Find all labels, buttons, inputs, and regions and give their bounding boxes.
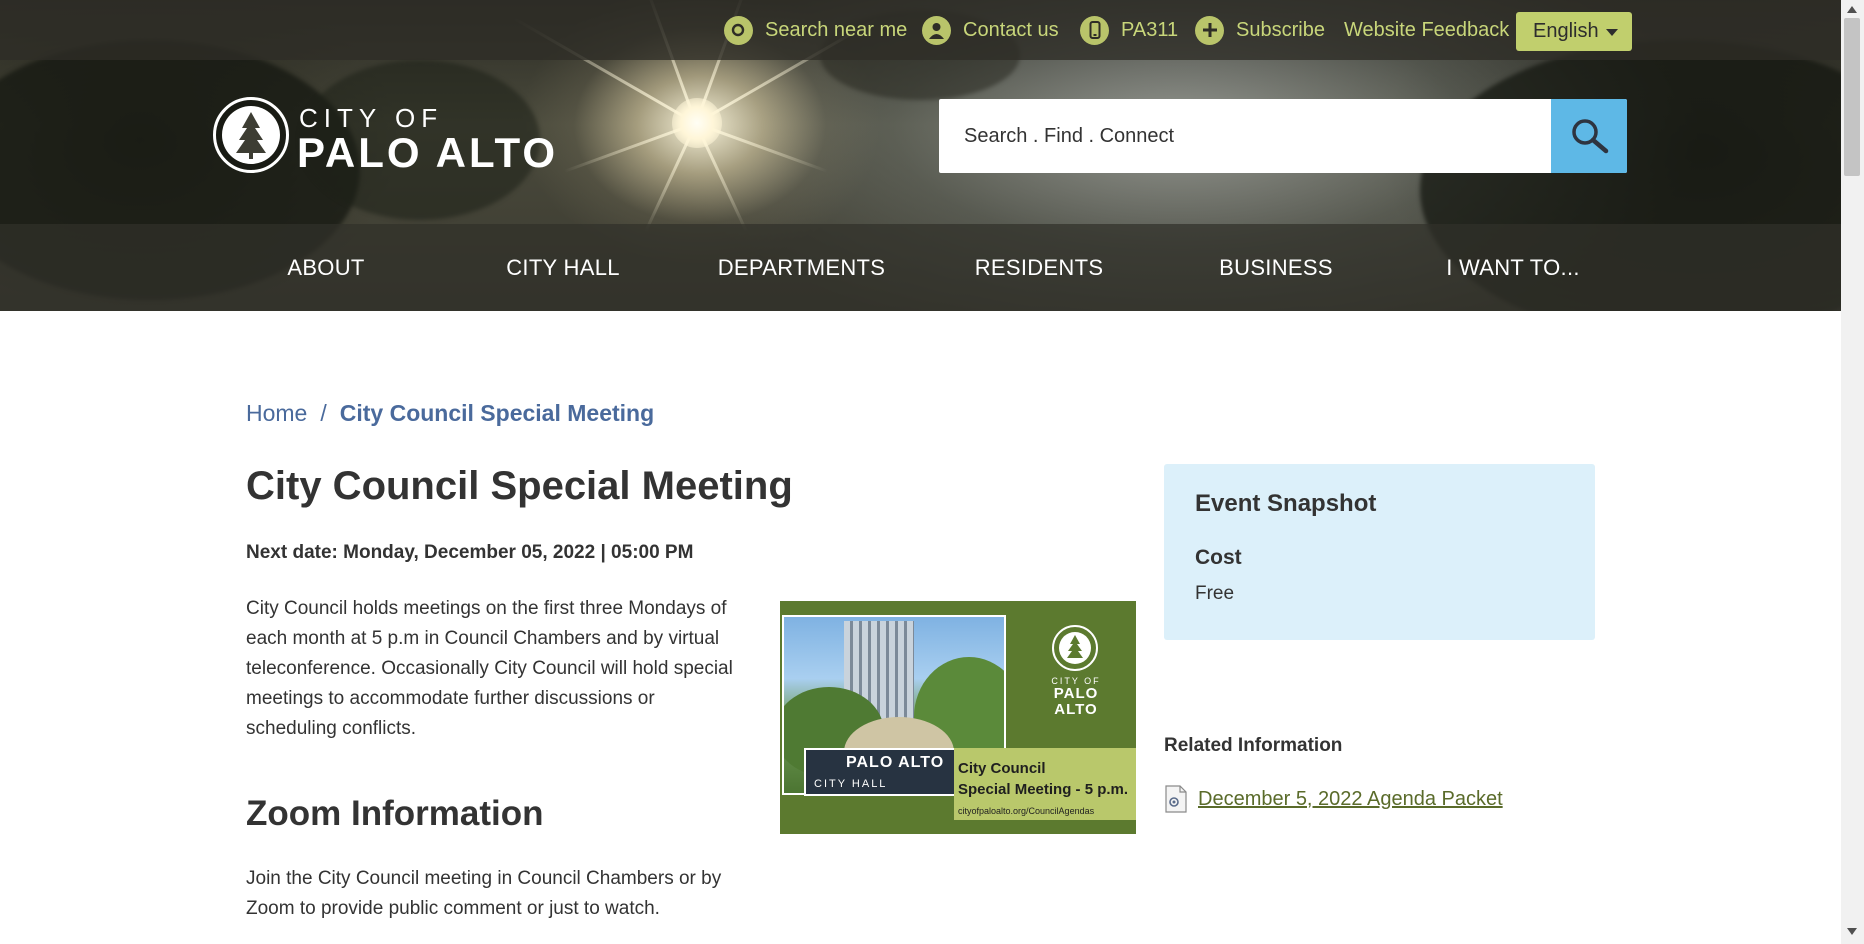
logo-palo-alto: PALO ALTO [297, 129, 559, 176]
cost-value: Free [1195, 583, 1235, 604]
nav-departments[interactable]: DEPARTMENTS [709, 224, 894, 311]
related-link-item: December 5, 2022 Agenda Packet [1164, 784, 1503, 814]
document-icon [1164, 785, 1188, 813]
agenda-packet-link[interactable]: December 5, 2022 Agenda Packet [1198, 788, 1503, 811]
page-title: City Council Special Meeting [246, 464, 793, 508]
scrollbar-thumb[interactable] [1844, 18, 1860, 176]
location-search-icon [724, 15, 753, 45]
cost-label: Cost [1195, 546, 1242, 569]
event-next-date: Next date: Monday, December 05, 2022 | 0… [246, 542, 694, 563]
nav-about[interactable]: ABOUT [235, 224, 417, 311]
subscribe-link[interactable]: Subscribe [1195, 0, 1325, 60]
pa311-label: PA311 [1121, 18, 1179, 41]
breadcrumb: Home / City Council Special Meeting [246, 400, 654, 427]
breadcrumb-current[interactable]: City Council Special Meeting [340, 400, 654, 426]
nav-residents[interactable]: RESIDENTS [948, 224, 1130, 311]
subscribe-label: Subscribe [1236, 18, 1325, 41]
utility-bar: Search near me Contact us PA311 Subscrib… [0, 0, 1841, 60]
breadcrumb-separator: / [320, 400, 327, 426]
zoom-heading: Zoom Information [246, 794, 544, 833]
plus-circle-icon [1195, 15, 1224, 45]
event-snapshot-panel: Event Snapshot Cost Free [1164, 464, 1595, 640]
pa311-link[interactable]: PA311 [1080, 0, 1178, 60]
main-navigation: ABOUT CITY HALL DEPARTMENTS RESIDENTS BU… [0, 224, 1841, 311]
website-feedback-label: Website Feedback [1344, 18, 1510, 41]
search-near-me-link[interactable]: Search near me [724, 0, 907, 60]
city-logo[interactable]: CITY OF PALO ALTO [213, 97, 573, 177]
site-search [939, 99, 1627, 173]
nav-business[interactable]: BUSINESS [1185, 224, 1367, 311]
scroll-up-icon[interactable] [1847, 6, 1857, 13]
zoom-description: Join the City Council meeting in Council… [246, 868, 722, 919]
language-select[interactable]: English [1516, 12, 1632, 51]
scroll-down-icon[interactable] [1847, 928, 1857, 935]
mobile-phone-icon [1080, 15, 1109, 45]
meeting-promo-image: PALO ALTO CITY HALL CITY OF PALO ALTO Ci… [780, 601, 1136, 834]
website-feedback-link[interactable]: Website Feedback [1344, 0, 1509, 60]
search-input[interactable] [939, 99, 1551, 173]
person-icon [922, 15, 951, 45]
breadcrumb-home-link[interactable]: Home [246, 400, 307, 426]
site-header: Search near me Contact us PA311 Subscrib… [0, 0, 1841, 311]
nav-i-want-to[interactable]: I WANT TO... [1422, 224, 1604, 311]
contact-us-label: Contact us [963, 18, 1059, 41]
language-select-value: English [1533, 20, 1599, 42]
promo-caption: City Council Special Meeting - 5 p.m. ci… [954, 748, 1136, 820]
contact-us-link[interactable]: Contact us [922, 0, 1059, 60]
search-button[interactable] [1551, 99, 1627, 173]
search-near-me-label: Search near me [765, 18, 908, 41]
promo-palo-alto: PALO ALTO [1053, 685, 1099, 718]
nav-city-hall[interactable]: CITY HALL [472, 224, 654, 311]
event-description: City Council holds meetings on the first… [246, 598, 733, 739]
tree-seal-icon [1052, 625, 1098, 671]
magnifier-icon [1572, 119, 1609, 154]
chevron-down-icon [1606, 29, 1618, 36]
event-snapshot-title: Event Snapshot [1195, 490, 1377, 517]
related-information-heading: Related Information [1164, 735, 1343, 756]
tree-seal-icon [213, 97, 289, 173]
